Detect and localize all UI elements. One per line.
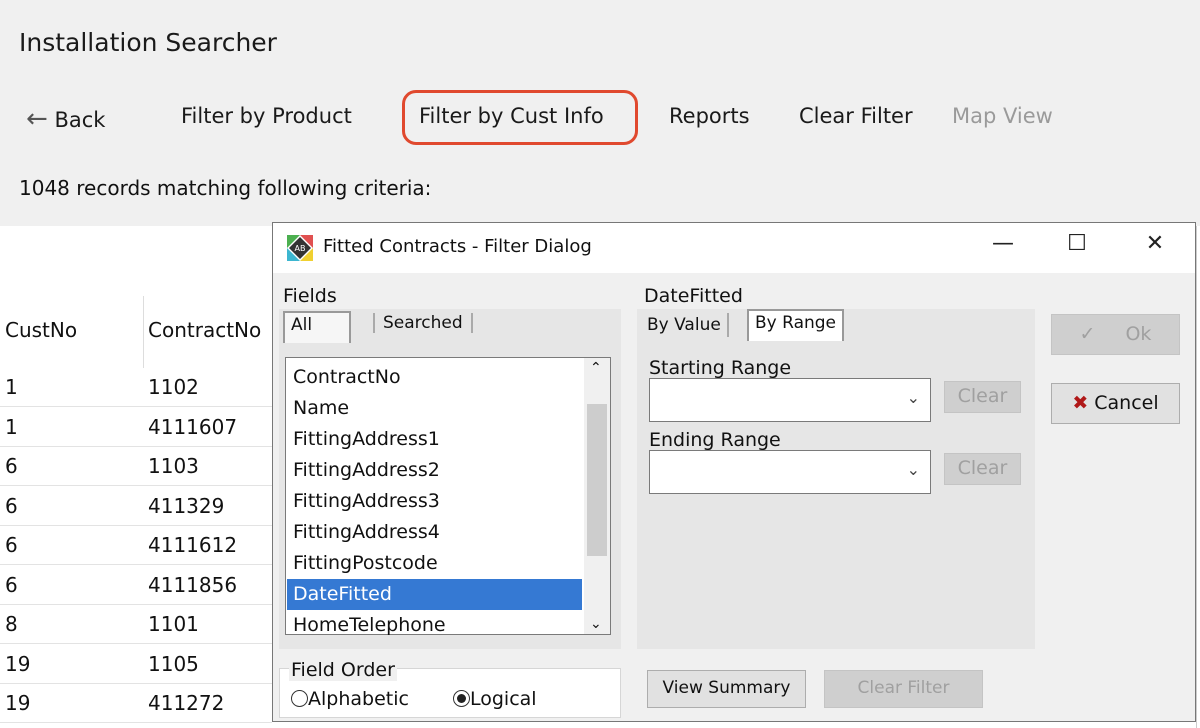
table-row[interactable]: 8 1101: [0, 605, 272, 644]
field-list-item[interactable]: FittingPostcode: [287, 548, 582, 579]
starting-range-label: Starting Range: [649, 357, 792, 379]
filter-dialog: AB Fitted Contracts - Filter Dialog — ☐ …: [272, 222, 1196, 722]
tab-by-value[interactable]: By Value: [641, 313, 729, 337]
cell-custno: 19: [5, 651, 31, 676]
cell-contractno: 1103: [148, 454, 199, 478]
cell-custno: 6: [5, 493, 18, 518]
map-view-button: Map View: [952, 104, 1053, 128]
column-header-custno[interactable]: CustNo: [5, 318, 77, 342]
clear-ending-button[interactable]: Clear: [944, 453, 1021, 485]
starting-range-combo[interactable]: ⌄: [649, 378, 931, 422]
field-list-item[interactable]: FittingAddress3: [287, 486, 582, 517]
table-row[interactable]: 6 1103: [0, 447, 272, 486]
cell-custno: 6: [5, 572, 18, 597]
cell-contractno: 1102: [148, 375, 199, 399]
records-count: 1048 records matching following criteria…: [19, 176, 432, 200]
cell-custno: 1: [5, 375, 18, 399]
minimize-button[interactable]: —: [983, 231, 1023, 256]
field-panel-title: DateFitted: [644, 285, 743, 307]
dialog-titlebar: AB Fitted Contracts - Filter Dialog — ☐ …: [273, 223, 1195, 273]
radio-logical[interactable]: Logical: [453, 688, 537, 710]
scroll-down-icon[interactable]: ⌄: [590, 616, 602, 632]
field-list-item[interactable]: FittingAddress1: [287, 424, 582, 455]
cancel-button[interactable]: ✖ Cancel: [1051, 383, 1180, 424]
clear-filter-button[interactable]: Clear Filter: [799, 104, 913, 128]
field-list-item[interactable]: Name: [287, 393, 582, 424]
tab-by-range[interactable]: By Range: [747, 309, 845, 341]
cell-contractno: 4111612: [148, 533, 238, 557]
table-row[interactable]: 19 1105: [0, 645, 272, 684]
field-list-item[interactable]: FittingAddress2: [287, 455, 582, 486]
column-header-contractno[interactable]: ContractNo: [148, 318, 261, 342]
cell-contractno: 411329: [148, 493, 225, 518]
maximize-button[interactable]: ☐: [1057, 231, 1097, 256]
listbox-scrollbar[interactable]: ⌃ ⌄: [584, 358, 610, 634]
cell-custno: 19: [5, 691, 31, 715]
table-row[interactable]: 6 411329: [0, 487, 272, 526]
table-row[interactable]: 6 4111856: [0, 566, 272, 605]
cell-contractno: 1105: [148, 651, 199, 676]
cell-contractno: 4111856: [148, 572, 238, 597]
table-row[interactable]: 19 411272: [0, 684, 272, 723]
back-button[interactable]: ← Back: [26, 104, 105, 134]
radio-icon: [291, 690, 308, 707]
cell-custno: 6: [5, 533, 18, 557]
svg-text:AB: AB: [295, 244, 306, 253]
clear-starting-button[interactable]: Clear: [944, 381, 1021, 413]
fields-listbox[interactable]: ContractNo Name FittingAddress1 FittingAddr…: [285, 357, 611, 636]
filter-by-cust-info-button[interactable]: Filter by Cust Info: [419, 104, 604, 128]
x-icon: ✖: [1072, 392, 1089, 414]
cell-custno: 1: [5, 414, 18, 439]
view-summary-button[interactable]: View Summary: [647, 670, 806, 708]
field-list-item[interactable]: ContractNo: [287, 362, 582, 393]
ending-range-label: Ending Range: [649, 429, 781, 451]
clear-filter-dialog-button: Clear Filter: [824, 670, 983, 708]
field-list-item[interactable]: HomeTelephone: [287, 610, 582, 641]
radio-alphabetic[interactable]: Alphabetic: [291, 688, 409, 710]
scroll-up-icon[interactable]: ⌃: [590, 360, 602, 376]
field-list-item[interactable]: DateFitted: [287, 579, 582, 610]
table-right-edge: [1196, 226, 1200, 728]
cell-contractno: 1101: [148, 612, 199, 636]
radio-selected-icon: [453, 690, 470, 707]
table-row[interactable]: 6 4111612: [0, 526, 272, 565]
filter-by-product-button[interactable]: Filter by Product: [181, 104, 352, 128]
cell-contractno: 411272: [148, 691, 225, 715]
scrollbar-thumb[interactable]: [587, 404, 607, 556]
field-order-label: Field Order: [289, 659, 397, 681]
table-row[interactable]: 1 4111607: [0, 408, 272, 447]
ending-range-combo[interactable]: ⌄: [649, 450, 931, 494]
tab-searched[interactable]: Searched: [373, 313, 473, 333]
ok-button: ✓ Ok: [1051, 314, 1180, 355]
dialog-title: Fitted Contracts - Filter Dialog: [323, 236, 592, 257]
column-divider: [143, 296, 144, 368]
fields-label: Fields: [283, 285, 337, 307]
cell-contractno: 4111607: [148, 414, 238, 439]
table-row[interactable]: 1 1102: [0, 368, 272, 407]
field-list-item[interactable]: FittingAddress4: [287, 517, 582, 548]
arrow-left-icon: ←: [26, 104, 48, 134]
app-logo-icon: AB: [287, 235, 313, 261]
tab-all[interactable]: All: [283, 311, 351, 343]
chevron-down-icon: ⌄: [906, 460, 920, 479]
app-title: Installation Searcher: [19, 28, 277, 57]
chevron-down-icon: ⌄: [906, 388, 920, 407]
checkmark-icon: ✓: [1079, 323, 1096, 345]
reports-button[interactable]: Reports: [669, 104, 750, 128]
cell-custno: 8: [5, 612, 18, 636]
cell-custno: 6: [5, 454, 18, 478]
close-button[interactable]: ✕: [1135, 231, 1175, 256]
